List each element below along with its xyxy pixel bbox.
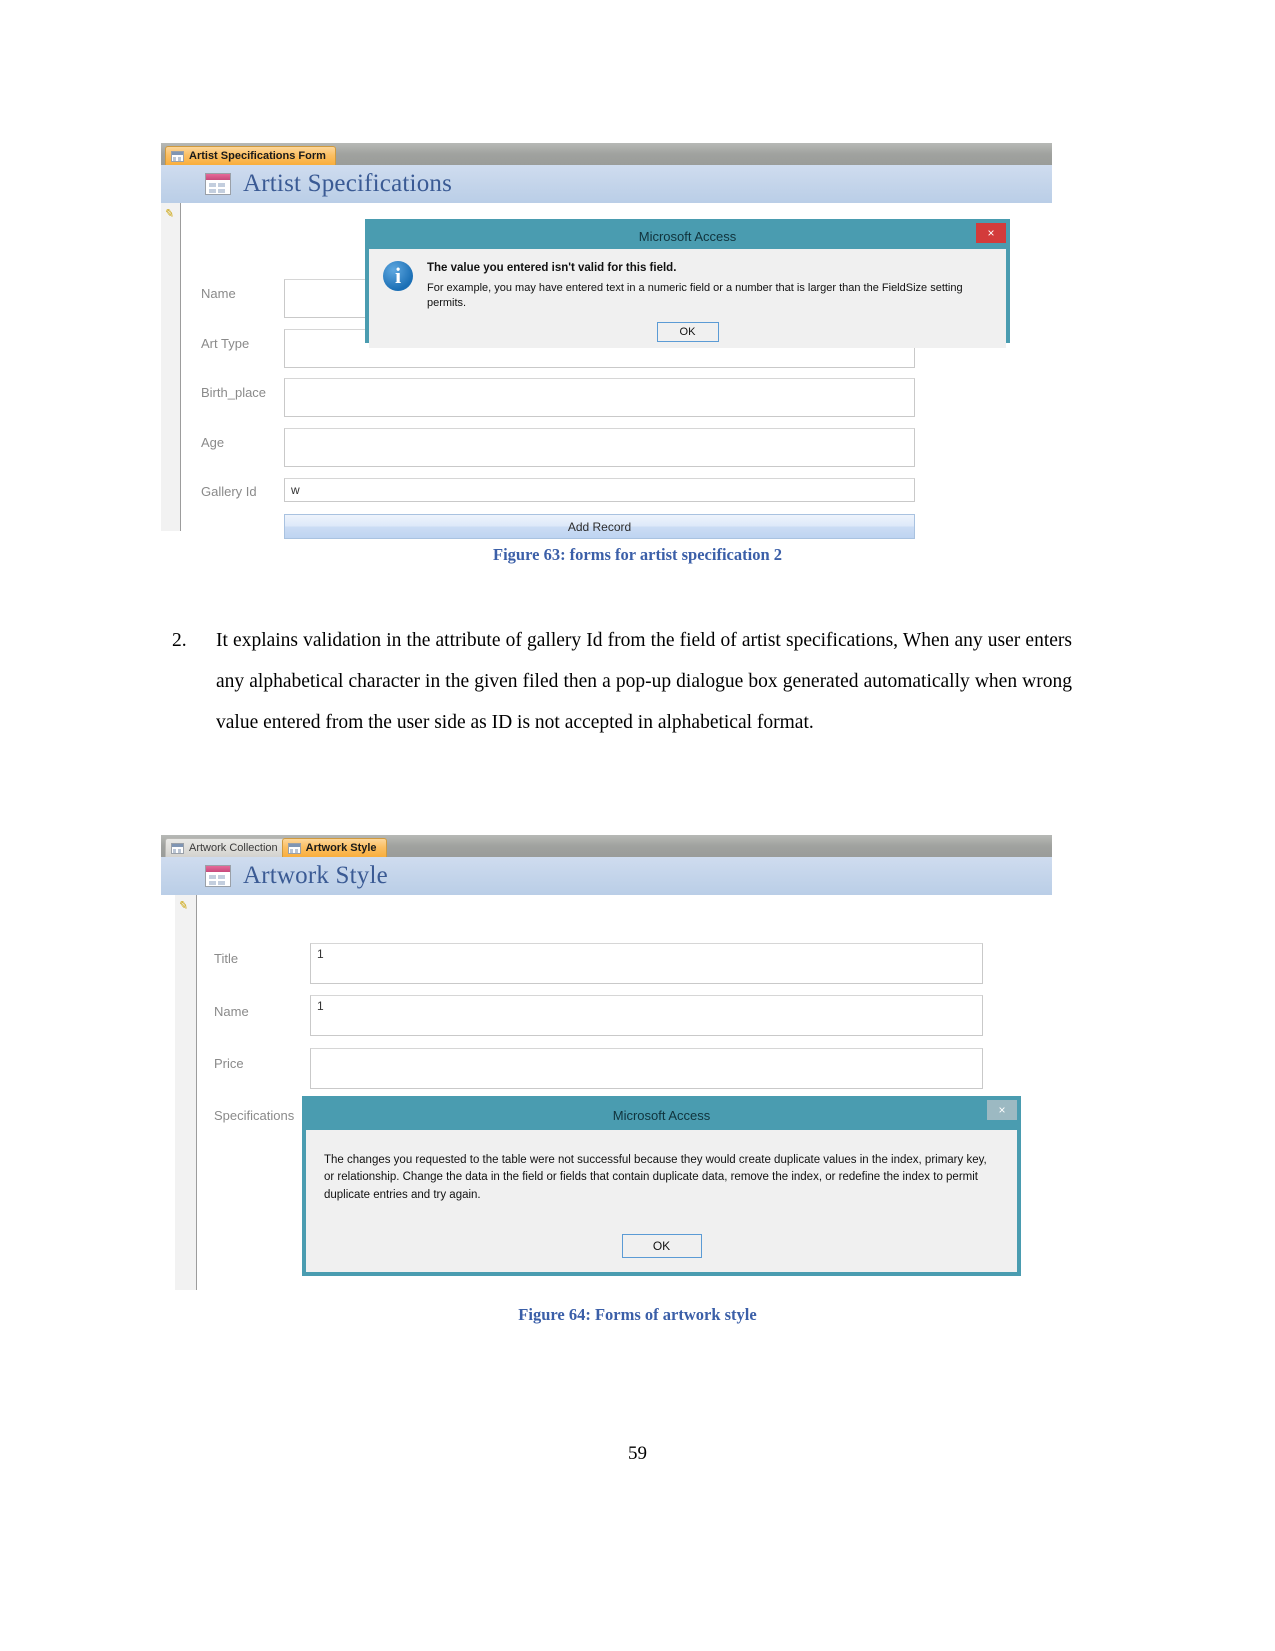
record-selector-rail[interactable]: ✎: [175, 895, 197, 1290]
tab-label: Artwork Style: [305, 842, 377, 854]
field-label-gallery-id: Gallery Id: [201, 484, 257, 499]
form-icon: [287, 842, 301, 854]
form-header-figure1: Artist Specifications: [161, 165, 1052, 203]
list-item-2: 2. It explains validation in the attribu…: [172, 620, 1072, 743]
list-item-text: It explains validation in the attribute …: [216, 630, 1072, 733]
dialog-title-bar: Microsoft Access ×: [306, 1100, 1017, 1130]
dialog-invalid-value: Microsoft Access × i The value you enter…: [365, 219, 1010, 348]
page-number: 59: [628, 1443, 647, 1464]
tab-label: Artist Specifications Form: [189, 150, 326, 162]
field-label-birth-place: Birth_place: [201, 385, 267, 400]
figure-artist-specifications-form: Artist Specifications Form Artist Specif…: [161, 143, 1052, 539]
form-header-icon: [205, 865, 231, 887]
field-label-specifications: Specifications: [214, 1108, 295, 1123]
form-icon: [171, 842, 184, 854]
edit-pencil-icon: ✎: [164, 207, 175, 221]
form-header-figure2: Artwork Style: [161, 857, 1052, 895]
form-icon: [171, 150, 184, 162]
add-record-button[interactable]: Add Record: [284, 514, 915, 539]
field-input-price[interactable]: [310, 1048, 983, 1089]
tab-artist-specifications-form[interactable]: Artist Specifications Form: [165, 146, 336, 165]
tab-strip-figure2: Artwork Collection Artwork Style: [161, 835, 1052, 857]
dialog-detail: For example, you may have entered text i…: [427, 282, 963, 309]
figure-artwork-style-form: Artwork Collection Artwork Style Artwork…: [161, 835, 1052, 1290]
record-selector-rail[interactable]: ✎: [161, 203, 181, 531]
dialog-heading: The value you entered isn't valid for th…: [427, 262, 677, 274]
figure-63-caption: Figure 63: forms for artist specificatio…: [493, 545, 782, 564]
field-input-birth-place[interactable]: [284, 378, 915, 417]
form-title: Artwork Style: [243, 862, 388, 889]
field-label-price: Price: [214, 1056, 244, 1071]
dialog-body: The changes you requested to the table w…: [306, 1130, 1017, 1268]
dialog-title: Microsoft Access: [638, 228, 737, 244]
field-label-title: Title: [214, 951, 239, 966]
field-input-title[interactable]: 1: [310, 943, 983, 984]
field-label-name: Name: [201, 286, 236, 301]
list-item-number: 2.: [172, 630, 187, 651]
tab-artwork-collection[interactable]: Artwork Collection: [165, 838, 288, 857]
dialog-duplicate-values: Microsoft Access × The changes you reque…: [302, 1096, 1021, 1276]
field-label-name: Name: [214, 1004, 249, 1019]
field-input-age[interactable]: [284, 428, 915, 467]
dialog-ok-button[interactable]: OK: [621, 1233, 702, 1258]
close-icon[interactable]: ×: [987, 1100, 1017, 1120]
form-header-icon: [205, 173, 231, 195]
figure-64-caption: Figure 64: Forms of artwork style: [518, 1305, 757, 1324]
field-label-art-type: Art Type: [201, 336, 250, 351]
tab-label: Artwork Collection: [189, 842, 278, 854]
dialog-message: The changes you requested to the table w…: [324, 1154, 987, 1201]
close-icon[interactable]: ×: [976, 223, 1006, 243]
field-input-name[interactable]: 1: [310, 995, 983, 1036]
dialog-title-bar: Microsoft Access ×: [369, 223, 1006, 249]
tab-strip-figure1: Artist Specifications Form: [161, 143, 1052, 165]
form-title: Artist Specifications: [243, 170, 453, 197]
dialog-ok-button[interactable]: OK: [656, 321, 719, 342]
field-input-gallery-id[interactable]: w: [284, 478, 915, 502]
dialog-title: Microsoft Access: [612, 1107, 711, 1123]
edit-pencil-icon: ✎: [178, 899, 189, 913]
dialog-body: i The value you entered isn't valid for …: [369, 249, 1006, 348]
tab-artwork-style[interactable]: Artwork Style: [281, 838, 387, 857]
info-icon: i: [383, 261, 413, 291]
field-label-age: Age: [201, 435, 225, 450]
